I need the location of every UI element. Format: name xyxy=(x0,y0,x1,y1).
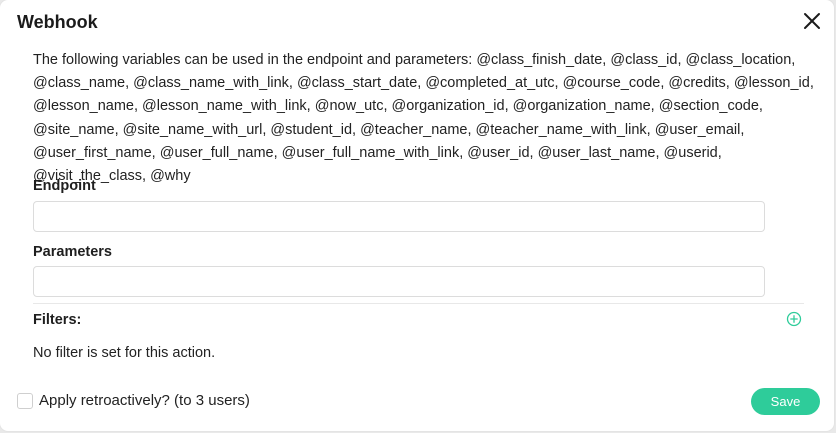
save-button[interactable]: Save xyxy=(751,388,820,415)
add-filter-button[interactable] xyxy=(786,311,802,327)
apply-retroactively-label: Apply retroactively? (to 3 users) xyxy=(39,392,250,409)
close-button[interactable] xyxy=(801,10,823,32)
endpoint-input[interactable] xyxy=(33,201,765,232)
filters-divider xyxy=(33,303,804,304)
endpoint-label: Endpoint xyxy=(33,178,96,194)
parameters-label: Parameters xyxy=(33,244,112,260)
apply-retroactively-checkbox[interactable] xyxy=(17,393,33,409)
webhook-dialog: Webhook The following variables can be u… xyxy=(0,0,834,431)
dialog-title: Webhook xyxy=(17,12,98,32)
no-filter-message: No filter is set for this action. xyxy=(33,345,216,361)
apply-retroactively-toggle[interactable]: Apply retroactively? (to 3 users) xyxy=(17,391,250,411)
plus-circle-icon xyxy=(786,311,802,327)
parameters-input[interactable] xyxy=(33,266,765,297)
variables-description: The following variables can be used in t… xyxy=(33,52,814,185)
close-icon xyxy=(804,13,820,29)
filters-label: Filters: xyxy=(33,312,82,328)
